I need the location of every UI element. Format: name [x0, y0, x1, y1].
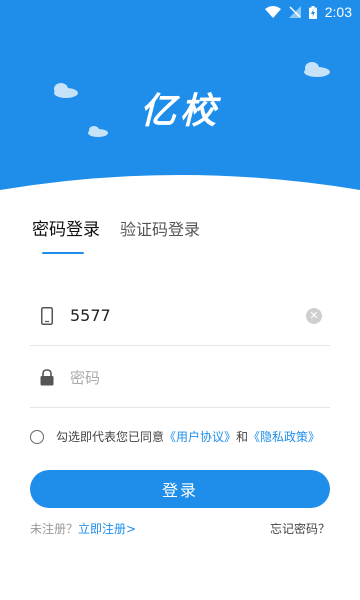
- header-banner: 2:03 亿校: [0, 0, 360, 200]
- password-field[interactable]: 密码: [30, 348, 330, 408]
- app-logo: 亿校: [139, 91, 220, 132]
- status-bar: 2:03: [0, 0, 360, 24]
- tab-password-login[interactable]: 密码登录: [32, 215, 100, 245]
- phone-field[interactable]: 5577 ✕: [30, 286, 330, 346]
- footer-links: 未注册？立即注册> 忘记密码？: [30, 520, 330, 537]
- active-tab-indicator: [42, 252, 84, 254]
- password-input[interactable]: 密码: [70, 367, 330, 388]
- user-agreement-link[interactable]: 《用户协议》: [164, 428, 236, 445]
- agreement-checkbox[interactable]: [30, 429, 44, 444]
- battery-charging-icon: [308, 5, 317, 19]
- forgot-password-link[interactable]: 忘记密码？: [270, 520, 330, 537]
- agreement-conjunction: 和: [236, 430, 249, 444]
- phone-input[interactable]: 5577: [70, 306, 306, 325]
- clear-icon[interactable]: ✕: [306, 307, 322, 324]
- login-tabs: 密码登录 验证码登录: [32, 215, 200, 245]
- tab-code-login[interactable]: 验证码登录: [120, 215, 200, 245]
- lock-icon: [30, 369, 64, 386]
- privacy-policy-link[interactable]: 《隐私政策》: [248, 428, 320, 445]
- agreement-prefix: 勾选即代表您已同意: [56, 430, 165, 444]
- no-signal-icon: [288, 6, 301, 18]
- phone-icon: [30, 306, 64, 325]
- not-registered-label: 未注册？: [30, 522, 79, 536]
- wifi-icon: [264, 6, 281, 18]
- status-time: 2:03: [324, 4, 352, 20]
- login-button[interactable]: 登录: [30, 470, 330, 508]
- register-link[interactable]: 立即注册>: [78, 522, 136, 536]
- agreement-row: 勾选即代表您已同意 《用户协议》 和 《隐私政策》: [30, 428, 320, 445]
